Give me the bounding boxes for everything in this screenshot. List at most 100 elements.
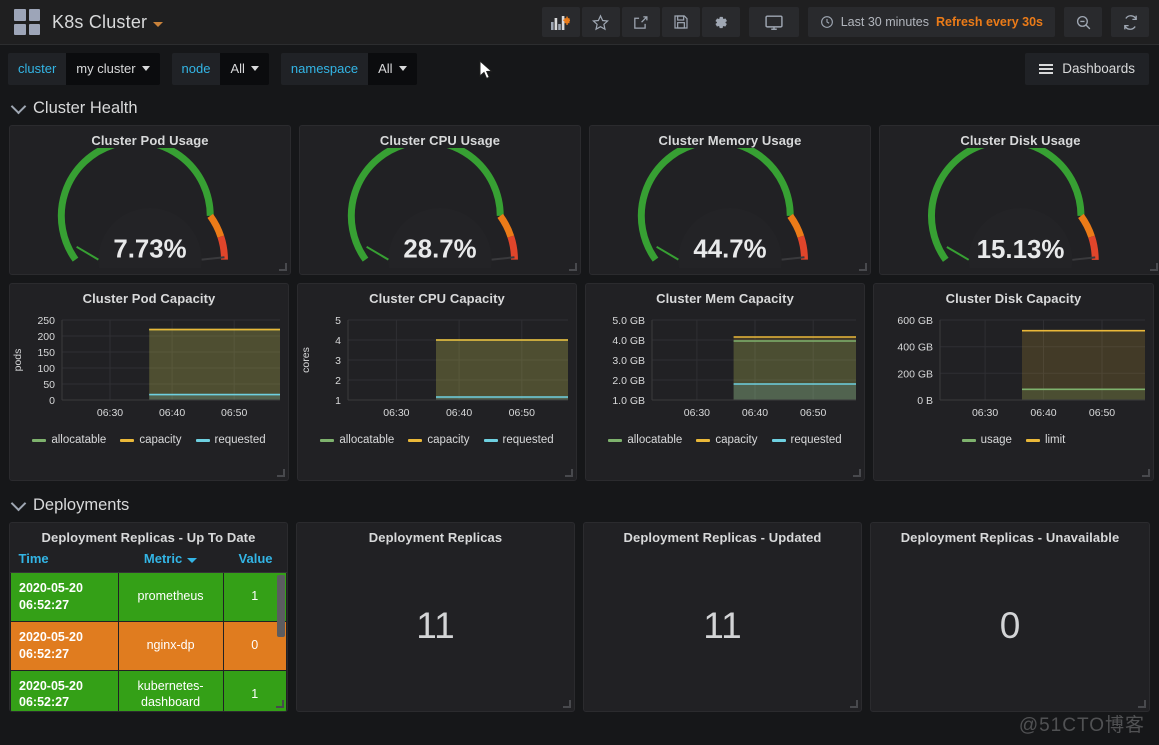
panel-resize-handle[interactable] <box>853 469 861 477</box>
dashboards-button[interactable]: Dashboards <box>1025 53 1149 85</box>
variable-namespace: namespace All <box>281 53 417 85</box>
svg-text:06:50: 06:50 <box>1089 407 1115 419</box>
variable-label-cluster: cluster <box>8 53 66 85</box>
save-dashboard-button[interactable] <box>662 7 700 37</box>
svg-text:3: 3 <box>335 355 341 367</box>
legend-label: requested <box>791 434 842 446</box>
panel-resize-handle[interactable] <box>277 469 285 477</box>
row-header-deployments[interactable]: Deployments <box>0 489 1159 522</box>
panel-resize-handle[interactable] <box>850 700 858 708</box>
panel-resize-handle[interactable] <box>569 263 577 271</box>
graph-svg[interactable]: 1.0 GB2.0 GB3.0 GB4.0 GB5.0 GB06:3006:40… <box>586 310 864 432</box>
panel-deployment-replicas-updated: Deployment Replicas - Updated 11 <box>583 522 862 712</box>
tv-mode-button[interactable] <box>749 7 799 37</box>
legend-item-allocatable[interactable]: allocatable <box>608 434 682 446</box>
table-scrollbar[interactable] <box>277 575 285 637</box>
panel-resize-handle[interactable] <box>276 700 284 708</box>
star-dashboard-button[interactable] <box>582 7 620 37</box>
svg-text:600 GB: 600 GB <box>897 315 933 327</box>
cell-time: 2020-05-2006:52:27 <box>11 670 119 712</box>
gauge-needle-start <box>77 247 99 260</box>
navbar-left: K8s Cluster <box>8 9 163 35</box>
panel-resize-handle[interactable] <box>1138 700 1146 708</box>
zoom-out-time-button[interactable] <box>1064 7 1102 37</box>
graph-body: 0 B200 GB400 GB600 GB06:3006:4006:50 usa… <box>874 310 1153 446</box>
chart-legend: allocatable capacity requested <box>10 434 288 446</box>
panel-deployment-replicas-up-to-date: Deployment Replicas - Up To Date Time Me… <box>9 522 288 712</box>
variable-value-namespace[interactable]: All <box>368 53 416 85</box>
panel-title: Deployment Replicas - Up To Date <box>10 523 287 545</box>
table-row[interactable]: 2020-05-2006:52:27 kubernetes-dashboard … <box>11 670 287 712</box>
gauge-cluster-disk-usage: 15.13% <box>880 148 1159 268</box>
row-title-cluster-health: Cluster Health <box>33 99 138 118</box>
gauge-svg: 15.13% <box>880 148 1159 268</box>
panel-resize-handle[interactable] <box>279 263 287 271</box>
legend-item-limit[interactable]: limit <box>1026 434 1065 446</box>
variable-value-node[interactable]: All <box>220 53 268 85</box>
legend-label: capacity <box>139 434 181 446</box>
svg-text:200 GB: 200 GB <box>897 368 933 380</box>
page-title: K8s Cluster <box>52 12 147 32</box>
panel-resize-handle[interactable] <box>565 469 573 477</box>
svg-text:3.0 GB: 3.0 GB <box>612 355 645 367</box>
svg-text:0 B: 0 B <box>917 395 933 407</box>
gauge-cluster-pod-usage: 7.73% <box>10 148 290 268</box>
cell-metric: prometheus <box>118 573 223 622</box>
legend-item-requested[interactable]: requested <box>772 434 842 446</box>
row-header-cluster-health[interactable]: Cluster Health <box>0 92 1159 125</box>
graph-svg[interactable]: 1234506:3006:4006:50cores <box>298 310 576 432</box>
gauge-needle-start <box>947 247 969 260</box>
legend-item-requested[interactable]: requested <box>484 434 554 446</box>
legend-label: allocatable <box>339 434 394 446</box>
panel-cluster-cpu-usage: Cluster CPU Usage 28.7% <box>299 125 581 275</box>
svg-text:06:50: 06:50 <box>800 407 826 419</box>
share-dashboard-button[interactable] <box>622 7 660 37</box>
list-icon <box>1039 64 1053 74</box>
legend-item-capacity[interactable]: capacity <box>408 434 469 446</box>
dashboard-settings-button[interactable] <box>702 7 740 37</box>
svg-text:06:50: 06:50 <box>509 407 535 419</box>
gear-icon <box>712 14 729 31</box>
add-panel-button[interactable] <box>542 7 580 37</box>
graph-svg[interactable]: 0 B200 GB400 GB600 GB06:3006:4006:50 <box>874 310 1153 432</box>
legend-item-requested[interactable]: requested <box>196 434 266 446</box>
dashboards-button-label: Dashboards <box>1062 61 1135 76</box>
panel-resize-handle[interactable] <box>1142 469 1150 477</box>
time-range-picker[interactable]: Last 30 minutes Refresh every 30s <box>808 7 1055 37</box>
svg-text:06:40: 06:40 <box>1030 407 1056 419</box>
panel-deployment-replicas: Deployment Replicas 11 <box>296 522 575 712</box>
variable-value-cluster[interactable]: my cluster <box>66 53 159 85</box>
legend-swatch <box>608 439 622 442</box>
deployments-panel-row: Deployment Replicas - Up To Date Time Me… <box>0 522 1159 720</box>
monitor-icon <box>763 13 785 32</box>
panel-resize-handle[interactable] <box>1150 263 1158 271</box>
legend-item-usage[interactable]: usage <box>962 434 1012 446</box>
graph-body: 05010015020025006:3006:4006:50pods alloc… <box>10 310 288 446</box>
panel-title: Cluster Pod Capacity <box>10 284 288 306</box>
panel-title: Cluster CPU Usage <box>300 126 580 148</box>
table-col-time[interactable]: Time <box>11 545 119 573</box>
legend-item-allocatable[interactable]: allocatable <box>32 434 106 446</box>
legend-item-allocatable[interactable]: allocatable <box>320 434 394 446</box>
legend-item-capacity[interactable]: capacity <box>120 434 181 446</box>
table-row[interactable]: 2020-05-2006:52:27 prometheus 1 <box>11 573 287 622</box>
refresh-dashboard-button[interactable] <box>1111 7 1149 37</box>
chart-legend: usage limit <box>874 434 1153 446</box>
gauge-value: 7.73% <box>113 236 186 264</box>
chevron-down-icon <box>153 22 163 27</box>
legend-item-capacity[interactable]: capacity <box>696 434 757 446</box>
dashboard-title-dropdown[interactable]: K8s Cluster <box>52 12 163 33</box>
deployment-replicas-table: Time Metric Value 2020-05-2006:52:27 pro… <box>10 545 287 712</box>
panel-title: Cluster Disk Capacity <box>874 284 1153 306</box>
panel-resize-handle[interactable] <box>563 700 571 708</box>
grid-logo-icon[interactable] <box>14 9 40 35</box>
table-row[interactable]: 2020-05-2006:52:27 nginx-dp 0 <box>11 621 287 670</box>
gauge-svg: 44.7% <box>590 148 870 268</box>
table-col-metric[interactable]: Metric <box>118 545 223 573</box>
stat-value-deployment-replicas-updated: 11 <box>584 545 861 707</box>
panel-resize-handle[interactable] <box>859 263 867 271</box>
table-col-value[interactable]: Value <box>223 545 287 573</box>
svg-text:100: 100 <box>37 363 55 375</box>
graph-svg[interactable]: 05010015020025006:3006:4006:50pods <box>10 310 288 432</box>
graph-body: 1234506:3006:4006:50cores allocatable cap… <box>298 310 576 446</box>
